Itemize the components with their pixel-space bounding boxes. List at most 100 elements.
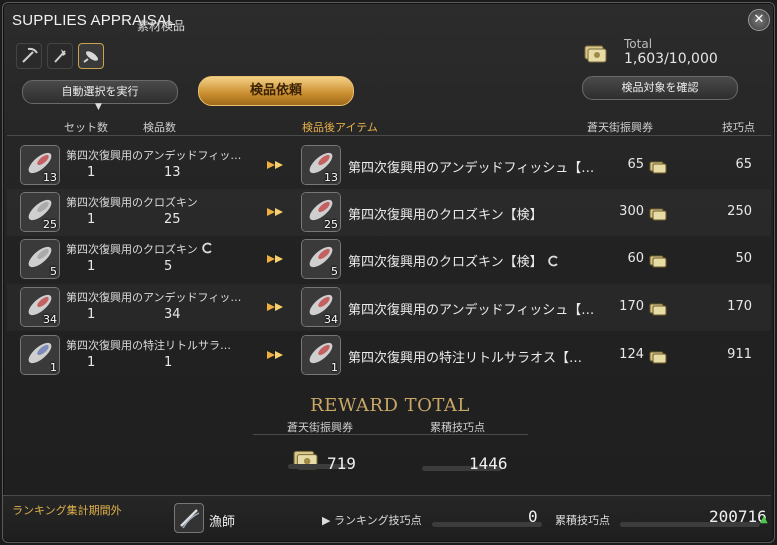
set-count: 1 — [87, 165, 96, 180]
arrow-right-icon — [267, 255, 283, 263]
reward-skill-label: 累積技巧点 — [430, 421, 485, 434]
table-row[interactable]: 25 第四次復興用のクロズキン 1 25 25 第四次復興用のクロズキン【検】 300 250 — [7, 189, 771, 236]
scrip-ticket-icon — [649, 206, 667, 221]
result-item-quantity: 1 — [331, 361, 338, 374]
result-item-icon: 13 — [301, 145, 341, 185]
skill-value: 65 — [735, 157, 752, 172]
result-item-icon: 1 — [301, 335, 341, 375]
filter-mining-button[interactable] — [16, 43, 42, 69]
source-item-name-text: 第四次復興用のクロズキン — [66, 243, 198, 256]
appraise-request-button[interactable]: 検品依頼 — [198, 76, 354, 106]
source-item-icon: 13 — [20, 145, 60, 185]
source-item-icon: 34 — [20, 287, 60, 327]
source-item-name-text: 第四次復興用のアンデッドフィッ… — [66, 149, 242, 162]
result-item-name-text: 第四次復興用の特注リトルサラオス【… — [348, 351, 583, 366]
appraised-count: 1 — [164, 355, 173, 370]
filter-fishing-button[interactable] — [78, 43, 104, 69]
arrow-right-icon — [267, 303, 283, 311]
source-item-name-text: 第四次復興用のアンデッドフィッ… — [66, 291, 242, 304]
result-item-quantity: 25 — [324, 218, 338, 231]
col-appraised: 検品数 — [143, 121, 176, 134]
job-button[interactable] — [174, 503, 204, 533]
result-item-icon: 5 — [301, 239, 341, 279]
arrow-right-icon — [267, 161, 283, 169]
sort-marker: ▼ — [95, 102, 102, 112]
skill-value: 250 — [727, 204, 752, 219]
scrip-value: 60 — [627, 251, 644, 266]
close-icon: ✕ — [753, 12, 765, 27]
set-count: 1 — [87, 307, 96, 322]
source-item-name-text: 第四次復興用の特注リトルサラ… — [66, 339, 231, 352]
set-count: 1 — [87, 212, 96, 227]
ranking-points-bar — [432, 522, 542, 527]
collectable-icon — [202, 242, 212, 254]
job-label: 漁師 — [209, 515, 236, 530]
source-item-quantity: 1 — [50, 361, 57, 374]
result-item-quantity: 34 — [324, 313, 338, 326]
table-row[interactable]: 5 第四次復興用のクロズキン 1 5 5 第四次復興用のクロズキン【検】 60 50 — [7, 236, 771, 283]
source-item-icon: 5 — [20, 239, 60, 279]
reward-total-title: REWARD TOTAL — [310, 395, 470, 416]
table-row[interactable]: 1 第四次復興用の特注リトルサラ… 1 1 1 第四次復興用の特注リトルサラオス【… 124… — [7, 332, 771, 379]
appraised-count: 13 — [164, 165, 181, 180]
ranking-status: ランキング集計期間外 — [12, 504, 122, 517]
hatchet-icon — [54, 49, 66, 63]
appraised-count: 34 — [164, 307, 181, 322]
source-item-name: 第四次復興用のクロズキン — [66, 194, 198, 210]
close-button[interactable]: ✕ — [748, 9, 770, 31]
result-item-name-text: 第四次復興用のクロズキン【検】 — [348, 208, 543, 223]
source-item-icon: 1 — [20, 335, 60, 375]
scrip-value: 124 — [619, 347, 644, 362]
total-label: Total — [624, 37, 653, 51]
skill-value: 170 — [727, 299, 752, 314]
result-item-name: 第四次復興用のアンデッドフィッシュ【… — [348, 299, 594, 318]
set-count: 1 — [87, 355, 96, 370]
total-points-value: 200716 — [709, 507, 767, 526]
col-scrip: 蒼天街振興券 — [587, 121, 653, 134]
result-item-name: 第四次復興用のクロズキン【検】 — [348, 204, 543, 223]
ranking-points-label: ▶ ランキング技巧点 — [322, 514, 422, 527]
scrip-value: 300 — [619, 204, 644, 219]
scrip-ticket-icon — [649, 253, 667, 268]
source-item-quantity: 13 — [43, 171, 57, 184]
fisher-icon — [180, 509, 200, 529]
reward-scrip-label: 蒼天街振興券 — [287, 421, 353, 434]
source-item-quantity: 25 — [43, 218, 57, 231]
table-row[interactable]: 13 第四次復興用のアンデッドフィッ… 1 13 13 第四次復興用のアンデッドフィッシュ… — [7, 142, 771, 189]
total-points-label: 累積技巧点 — [555, 514, 610, 527]
col-sets: セット数 — [64, 121, 108, 134]
filter-logging-button[interactable] — [47, 43, 73, 69]
confirm-targets-button[interactable]: 検品対象を確認 — [582, 76, 738, 100]
table-row[interactable]: 34 第四次復興用のアンデッドフィッ… 1 34 34 第四次復興用のアンデッドフィッシュ… — [7, 284, 771, 331]
set-count: 1 — [87, 259, 96, 274]
ranking-points-value: 0 — [528, 507, 538, 526]
result-item-quantity: 5 — [331, 265, 338, 278]
scrip-value: 65 — [627, 157, 644, 172]
result-item-name-text: 第四次復興用のクロズキン【検】 — [348, 255, 543, 270]
source-item-name: 第四次復興用のアンデッドフィッ… — [66, 289, 241, 305]
result-item-name: 第四次復興用のアンデッドフィッシュ【… — [348, 157, 594, 176]
header-divider — [7, 135, 771, 136]
source-item-quantity: 34 — [43, 313, 57, 326]
source-item-name: 第四次復興用の特注リトルサラ… — [66, 337, 231, 353]
scrip-ticket-icon — [584, 45, 607, 63]
result-item-name-text: 第四次復興用のアンデッドフィッシュ【… — [348, 161, 595, 176]
pickaxe-icon — [22, 47, 38, 63]
scrip-ticket-icon — [649, 159, 667, 174]
appraised-count: 5 — [164, 259, 173, 274]
appraised-count: 25 — [164, 212, 181, 227]
scrip-ticket-icon — [649, 301, 667, 316]
auto-select-button[interactable]: 自動選択を実行 — [22, 80, 178, 104]
col-after-item: 検品後アイテム — [302, 121, 378, 134]
scrip-value: 170 — [619, 299, 644, 314]
reward-skill-value: 1446 — [469, 454, 508, 473]
fishing-icon — [83, 51, 98, 63]
result-item-name-text: 第四次復興用のアンデッドフィッシュ【… — [348, 303, 595, 318]
skill-value: 50 — [735, 251, 752, 266]
total-value: 1,603/10,000 — [624, 51, 718, 67]
source-item-name-text: 第四次復興用のクロズキン — [66, 196, 198, 209]
scrip-ticket-icon — [649, 349, 667, 364]
source-item-name: 第四次復興用のクロズキン — [66, 241, 213, 257]
result-item-icon: 25 — [301, 192, 341, 232]
source-item-quantity: 5 — [50, 265, 57, 278]
